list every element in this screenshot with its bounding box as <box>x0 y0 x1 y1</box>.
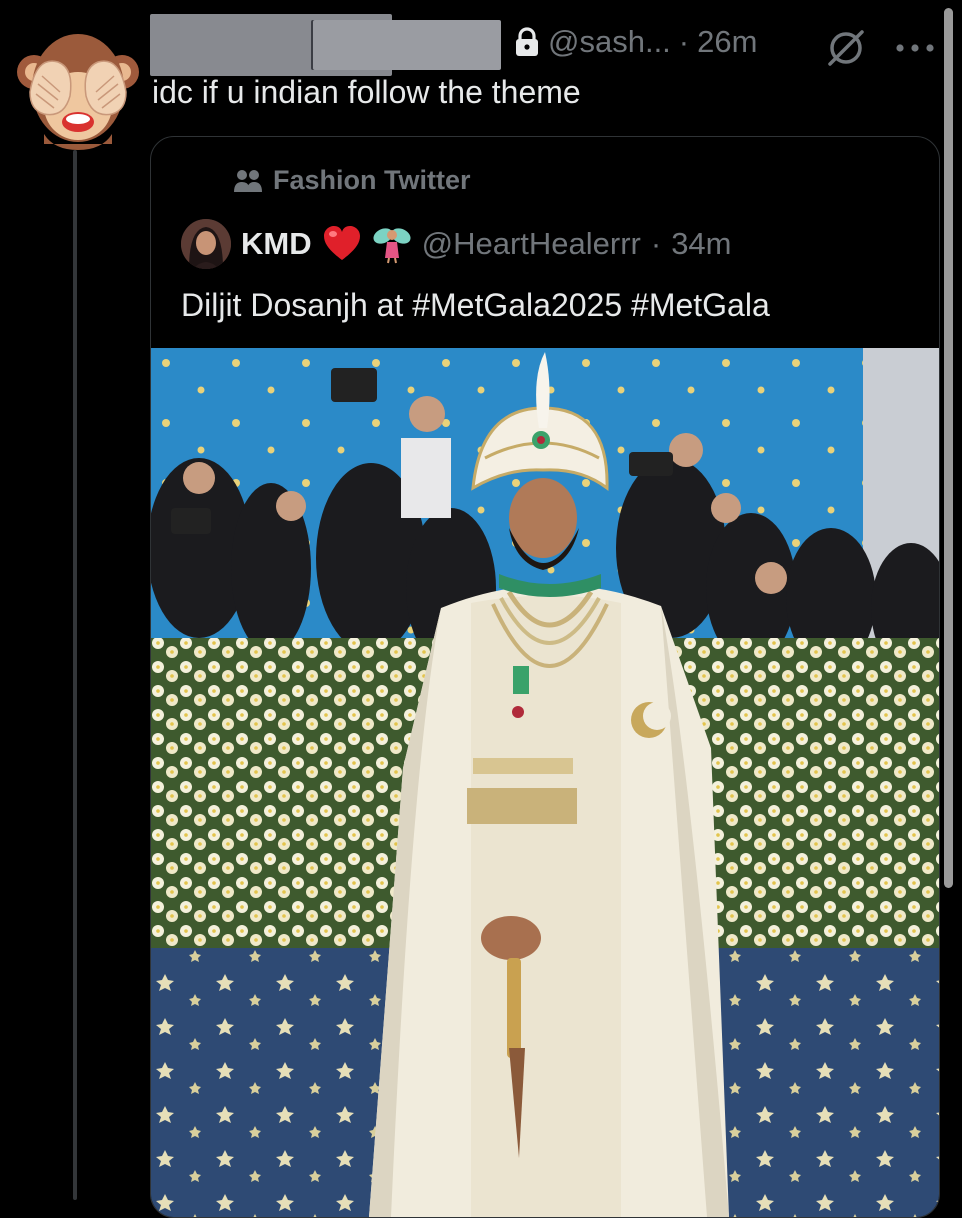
community-name: Fashion Twitter <box>273 165 471 195</box>
quote-author-name[interactable]: KMD <box>241 226 312 262</box>
thread-line <box>73 150 77 1200</box>
more-icon[interactable] <box>892 30 938 66</box>
meta-separator: · <box>678 24 690 59</box>
scrollbar[interactable] <box>944 8 953 888</box>
post-handle[interactable]: @sash... <box>548 24 671 60</box>
quote-author-handle[interactable]: @HeartHealerrr <box>422 226 641 262</box>
avatar[interactable] <box>14 22 142 150</box>
post-text: idc if u indian follow the theme <box>152 74 581 110</box>
quote-photo[interactable] <box>151 348 939 1217</box>
lock-icon <box>516 27 538 56</box>
red-heart-icon <box>323 226 360 260</box>
community-icon <box>234 169 262 192</box>
grok-icon[interactable] <box>826 28 866 68</box>
redacted-display-name-overlay <box>313 20 501 70</box>
post-timestamp[interactable]: 26m <box>697 24 757 60</box>
quote-text: Diljit Dosanjh at #MetGala2025 #MetGala <box>181 287 770 323</box>
quoted-post[interactable]: Fashion Twitter KMD @HeartHealerrr · 34m <box>150 136 940 1218</box>
post-meta: @sash... · 26m <box>514 20 757 64</box>
community-label[interactable]: Fashion Twitter <box>233 165 471 196</box>
quote-meta-separator: · <box>650 226 662 261</box>
quote-header: KMD @HeartHealerrr · 34m <box>181 219 732 269</box>
quote-author-avatar[interactable] <box>181 219 231 269</box>
see-no-evil-monkey-icon <box>17 34 139 150</box>
fairy-icon <box>373 228 411 264</box>
quote-timestamp[interactable]: 34m <box>671 226 731 262</box>
